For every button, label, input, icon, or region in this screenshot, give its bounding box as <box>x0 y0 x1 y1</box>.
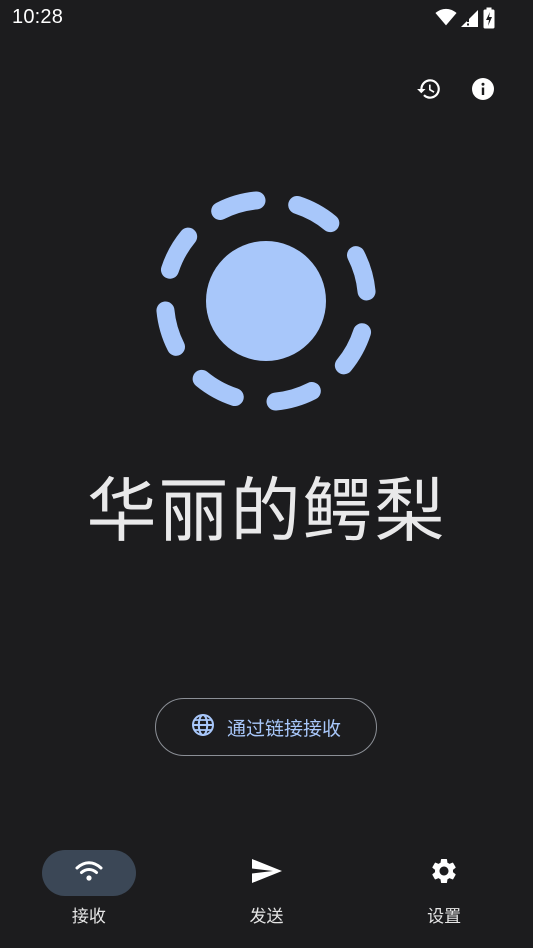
nav-item-send[interactable]: 发送 <box>178 840 356 948</box>
radar-beacon-icon <box>150 185 382 417</box>
status-time: 10:28 <box>12 6 64 28</box>
nav-item-receive[interactable]: 接收 <box>0 840 178 948</box>
status-icons <box>435 7 495 29</box>
wifi-icon <box>435 8 457 28</box>
nav-label-settings: 设置 <box>427 907 462 927</box>
globe-icon <box>191 713 215 741</box>
nav-pill-receive <box>41 850 136 896</box>
cellular-signal-icon <box>461 8 479 28</box>
history-icon[interactable] <box>415 75 443 103</box>
app-screen: 10:28 华丽的鳄梨 通过链接接收 接收 发送 设置 <box>0 0 533 948</box>
receive-by-link-button[interactable]: 通过链接接收 <box>155 698 377 756</box>
status-bar: 10:28 <box>0 0 533 36</box>
info-icon[interactable] <box>469 75 497 103</box>
nav-pill-send <box>220 850 314 896</box>
top-actions <box>415 75 497 103</box>
nav-item-settings[interactable]: 设置 <box>355 840 533 948</box>
receive-by-link-label: 通过链接接收 <box>226 717 341 740</box>
nav-label-receive: 接收 <box>71 907 106 927</box>
device-name: 华丽的鳄梨 <box>86 470 447 552</box>
bottom-navigation: 接收 发送 设置 <box>0 840 533 948</box>
battery-charging-icon <box>483 7 495 29</box>
nav-label-send: 发送 <box>249 907 284 927</box>
gear-icon <box>429 856 459 890</box>
send-icon <box>251 857 283 889</box>
nav-pill-settings <box>397 850 491 896</box>
wifi-icon <box>75 859 103 887</box>
